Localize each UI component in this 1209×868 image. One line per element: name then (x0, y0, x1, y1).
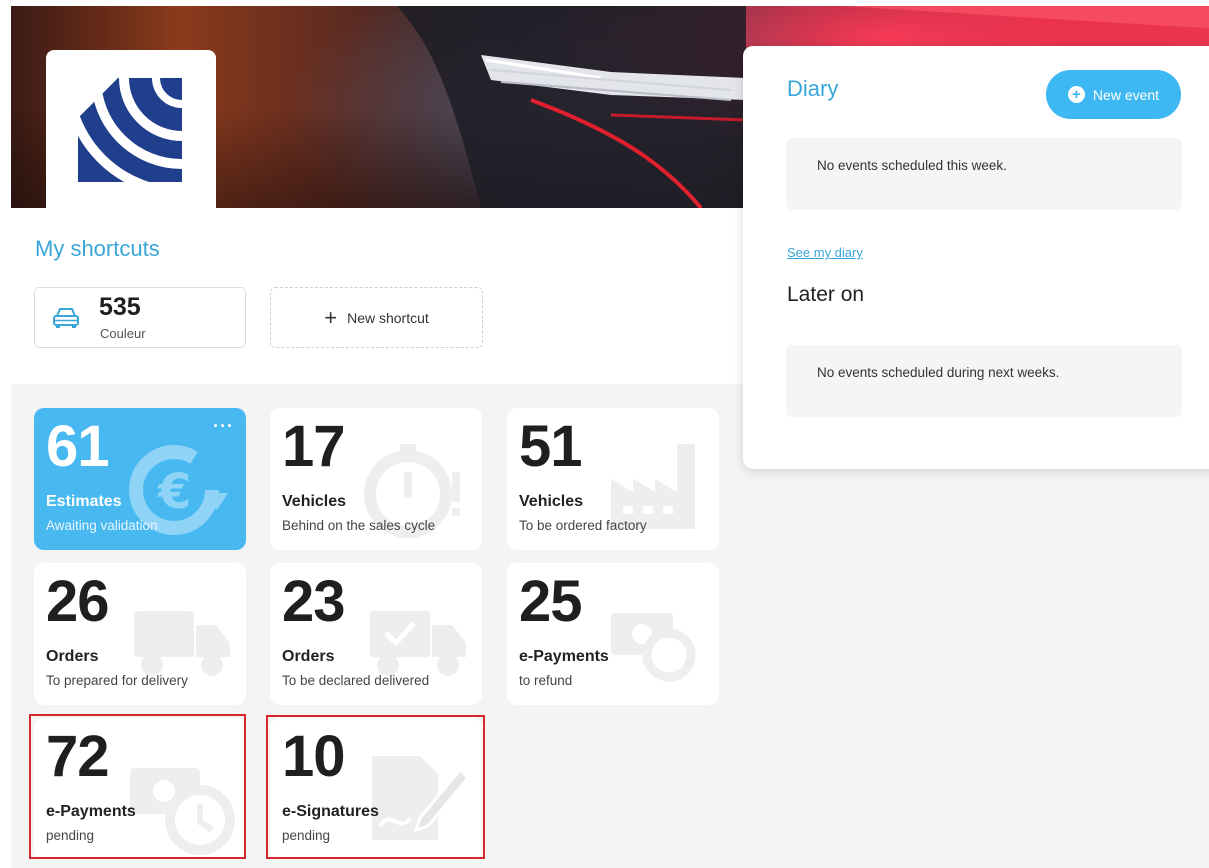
tile-orders-delivered[interactable]: 23 Orders To be declared delivered (270, 563, 482, 705)
tile-subtitle: To be declared delivered (282, 673, 430, 688)
this-week-empty-text: No events scheduled this week. (817, 158, 1007, 173)
highlight-box-esignatures (266, 715, 485, 859)
later-empty-text: No events scheduled during next weeks. (817, 365, 1060, 380)
tile-epayments-refund[interactable]: 25 e-Payments to refund (507, 563, 719, 705)
more-options-icon[interactable]: ··· (213, 416, 234, 437)
shortcut-couleur[interactable]: 535 Couleur (34, 287, 246, 348)
this-week-empty-box: No events scheduled this week. (786, 138, 1182, 210)
highlight-box-epayments (29, 714, 246, 859)
new-event-button[interactable]: + New event (1046, 70, 1181, 119)
tile-subtitle: to refund (519, 673, 573, 688)
tile-value: 25 (519, 569, 583, 634)
brand-logo-card (46, 50, 216, 210)
truck-check-icon (370, 611, 466, 676)
truck-icon (134, 611, 230, 676)
plus-circle-icon: + (1067, 86, 1085, 103)
tile-estimates[interactable]: € 61 ··· Estimates Awaiting validation (34, 408, 246, 550)
shortcut-value: 535 (99, 293, 141, 321)
tile-subtitle: To prepared for delivery (46, 673, 188, 688)
later-empty-box: No events scheduled during next weeks. (786, 345, 1182, 417)
car-icon (53, 308, 79, 328)
top-strip (0, 0, 1209, 6)
tile-value: 23 (282, 569, 346, 634)
tile-subtitle: To be ordered factory (519, 518, 647, 533)
tile-title: Orders (282, 648, 335, 665)
shortcut-label: Couleur (100, 326, 146, 341)
diary-panel: Diary + New event No events scheduled th… (743, 46, 1209, 469)
see-my-diary-link[interactable]: See my diary (787, 245, 863, 260)
tile-subtitle: Behind on the sales cycle (282, 518, 436, 533)
money-refund-icon (611, 613, 696, 682)
svg-text:€: € (157, 464, 191, 520)
later-on-title: Later on (787, 283, 865, 306)
tile-title: e-Payments (519, 648, 609, 665)
tile-title: Vehicles (519, 493, 584, 510)
tile-vehicles-behind[interactable]: 17 Vehicles Behind on the sales cycle (270, 408, 482, 550)
new-shortcut-label: New shortcut (347, 309, 429, 326)
tile-vehicles-factory[interactable]: 51 Vehicles To be ordered factory (507, 408, 719, 550)
new-shortcut-button[interactable]: + New shortcut (270, 287, 483, 348)
new-event-label: New event (1092, 86, 1160, 103)
tile-subtitle: Awaiting validation (46, 518, 158, 533)
tile-value: 26 (46, 569, 110, 634)
tile-orders-prepare[interactable]: 26 Orders To prepared for delivery (34, 563, 246, 705)
brand-logo-icon (78, 78, 182, 182)
tile-value: 61 (46, 414, 110, 479)
tile-title: Vehicles (282, 493, 347, 510)
plus-icon: + (324, 304, 338, 330)
tile-value: 51 (519, 414, 583, 479)
tile-title: Estimates (46, 493, 122, 510)
tile-value: 17 (282, 414, 346, 479)
tile-title: Orders (46, 648, 99, 665)
diary-title: Diary (787, 76, 839, 101)
shortcuts-title: My shortcuts (35, 236, 160, 261)
